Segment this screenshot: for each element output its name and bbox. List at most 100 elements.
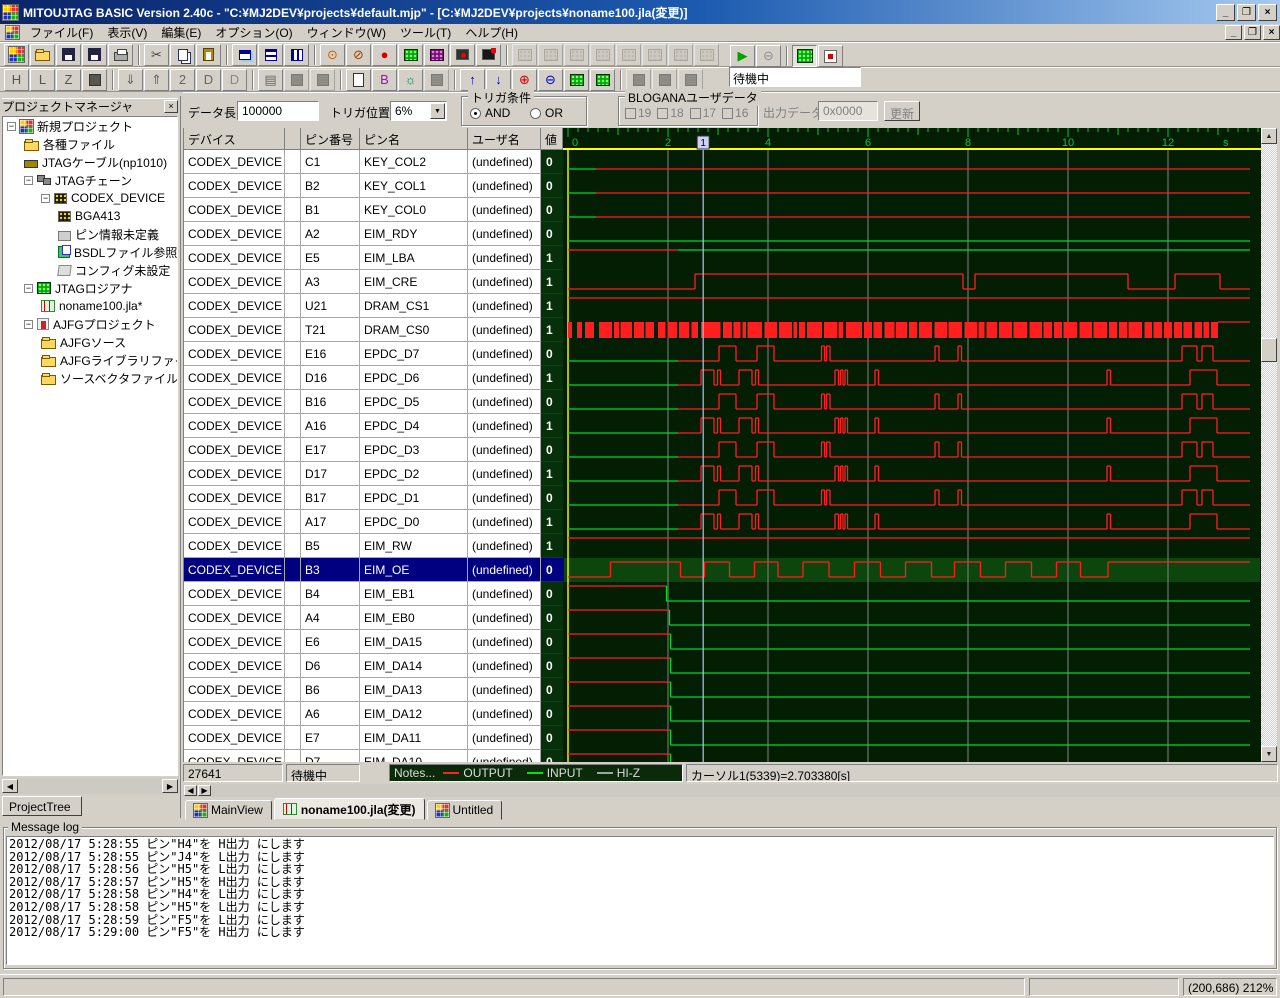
scroll-down-icon[interactable]: ▼ (1261, 746, 1277, 762)
notes-label[interactable]: Notes... (394, 766, 435, 780)
column-header[interactable] (285, 128, 301, 150)
update-button[interactable]: 更新 (884, 101, 920, 121)
expand-toggle-icon[interactable]: − (7, 121, 16, 131)
tree-item-misc-files[interactable]: 各種ファイル (3, 135, 177, 153)
column-header-値[interactable]: 値 (541, 128, 563, 150)
message-log-list[interactable]: 2012/08/17 5:28:55 ピン"H4"を H出力 にします 2012/… (6, 836, 1274, 965)
tab-noname100[interactable]: noname100.jla(変更) (273, 798, 425, 820)
tile-vertical-button[interactable] (284, 43, 309, 66)
trigger-setup-button[interactable]: ☼ (398, 68, 423, 91)
sidebar-horizontal-scrollbar[interactable]: ◀ ▶ (2, 778, 178, 794)
pin-row-KEY_COL1[interactable]: CODEX_DEVICE B2 KEY_COL1 (undefined) 0 (184, 174, 563, 198)
tile-horizontal-button[interactable] (258, 43, 283, 66)
run-button[interactable]: ▶ (730, 45, 755, 67)
pin-row-EIM_RDY[interactable]: CODEX_DEVICE A2 EIM_RDY (undefined) 0 (184, 222, 563, 246)
trigger-or-radio[interactable]: OR (530, 106, 563, 120)
set-output-high-button[interactable]: H (4, 68, 29, 91)
blogana-bit-16[interactable]: 16 (722, 106, 748, 120)
open-project-button[interactable] (30, 43, 55, 66)
pin-row-EIM_OE[interactable]: CODEX_DEVICE B3 EIM_OE (undefined) 0 (184, 558, 563, 582)
set-input-button[interactable] (82, 68, 107, 91)
pin-row-EIM_LBA[interactable]: CODEX_DEVICE E5 EIM_LBA (undefined) 1 (184, 246, 563, 270)
pin-row-EIM_DA10[interactable]: CODEX_DEVICE D7 EIM_DA10 (undefined) 0 (184, 750, 563, 762)
copy-button[interactable] (170, 43, 195, 66)
run-status-field[interactable]: 待機中 (729, 67, 861, 87)
tree-item-bga413[interactable]: BGA413 (3, 207, 177, 225)
scrollbar-thumb[interactable] (1261, 338, 1277, 362)
pin-row-KEY_COL2[interactable]: CODEX_DEVICE C1 KEY_COL2 (undefined) 0 (184, 150, 563, 174)
blogana-bit-17[interactable]: 17 (689, 106, 716, 120)
expand-toggle-icon[interactable]: − (24, 319, 33, 329)
column-header-ピン名[interactable]: ピン名 (360, 128, 468, 150)
column-header-ピン番号[interactable]: ピン番号 (301, 128, 360, 150)
minimize-button[interactable]: _ (1216, 3, 1235, 21)
expand-toggle-icon[interactable]: − (24, 175, 33, 185)
tree-item-source-vector-file[interactable]: ソースベクタファイル (3, 369, 177, 387)
pin-row-EPDC_D1[interactable]: CODEX_DEVICE B17 EPDC_D1 (undefined) 0 (184, 486, 563, 510)
write-pattern-2-button[interactable]: 2 (170, 68, 195, 91)
tree-item-pin-info-undefined[interactable]: ピン情報未定義 (3, 225, 177, 243)
pin-row-EIM_RW[interactable]: CODEX_DEVICE B5 EIM_RW (undefined) 1 (184, 534, 563, 558)
write-data-button[interactable]: D (196, 68, 221, 91)
pin-row-EIM_EB0[interactable]: CODEX_DEVICE A4 EIM_EB0 (undefined) 0 (184, 606, 563, 630)
scroll-right-icon[interactable]: ▶ (198, 785, 211, 796)
pin-row-DRAM_CS1[interactable]: CODEX_DEVICE U21 DRAM_CS1 (undefined) 1 (184, 294, 563, 318)
tree-item-new-project[interactable]: − 新規プロジェクト (3, 117, 177, 135)
blogana-bit-18[interactable]: 18 (657, 106, 684, 120)
expand-toggle-icon[interactable]: − (24, 283, 33, 293)
wave-settings-2-button[interactable] (590, 68, 615, 91)
trigger-position-dropdown-icon[interactable]: ▼ (430, 103, 445, 119)
data-length-input[interactable] (237, 101, 319, 121)
detect-cable-button[interactable]: ⊙ (320, 43, 345, 66)
pin-row-EIM_DA12[interactable]: CODEX_DEVICE A6 EIM_DA12 (undefined) 0 (184, 702, 563, 726)
tab-untitled[interactable]: Untitled (426, 800, 503, 820)
menu-item[interactable]: ヘルプ(H) (458, 23, 525, 42)
zoom-out-button[interactable]: ⊖ (538, 68, 563, 91)
column-header-デバイス[interactable]: デバイス (184, 128, 285, 150)
menu-item[interactable]: ウィンドウ(W) (300, 23, 393, 42)
paste-button[interactable] (196, 43, 221, 66)
release-cable-button[interactable]: ⊘ (346, 43, 371, 66)
pin-row-EPDC_D3[interactable]: CODEX_DEVICE E17 EPDC_D3 (undefined) 0 (184, 438, 563, 462)
logana-enable-button[interactable] (792, 45, 817, 67)
print-button[interactable] (108, 43, 133, 66)
wave-settings-button[interactable] (564, 68, 589, 91)
tree-item-codex-device[interactable]: − CODEX_DEVICE (3, 189, 177, 207)
waveform-canvas[interactable]: 0 2 4 6 8 10 12 s 1 (563, 128, 1261, 762)
expand-toggle-icon[interactable]: − (41, 193, 50, 203)
menu-item[interactable]: 表示(V) (100, 23, 154, 42)
tree-item-bsdl-file-ref[interactable]: BSDLファイル参照 (3, 243, 177, 261)
write-data-2-button[interactable]: D (222, 68, 247, 91)
tree-item-ajfg-library[interactable]: AJFGライブラリファイル (3, 351, 177, 369)
tree-item-config-not-set[interactable]: コンフィグ未設定 (3, 261, 177, 279)
pin-add-button[interactable] (450, 43, 475, 66)
bram-view-button[interactable]: B (372, 68, 397, 91)
output-data-input[interactable] (818, 101, 878, 121)
tree-item-ajfg-project[interactable]: − AJFGプロジェクト (3, 315, 177, 333)
write-low-button[interactable]: ⇓ (118, 68, 143, 91)
project-tree-tab[interactable]: ProjectTree (2, 796, 82, 816)
pin-row-EPDC_D6[interactable]: CODEX_DEVICE D16 EPDC_D6 (undefined) 1 (184, 366, 563, 390)
tree-item-ajfg-source[interactable]: AJFGソース (3, 333, 177, 351)
scroll-left-icon[interactable]: ◀ (184, 785, 197, 796)
set-output-low-button[interactable]: L (30, 68, 55, 91)
waveform-vertical-scrollbar[interactable]: ▲ ▼ (1261, 128, 1277, 762)
write-high-button[interactable]: ⇑ (144, 68, 169, 91)
restore-button[interactable]: ❐ (1237, 3, 1256, 21)
pin-row-EIM_DA15[interactable]: CODEX_DEVICE E6 EIM_DA15 (undefined) 0 (184, 630, 563, 654)
tree-item-jtag-logana[interactable]: − JTAGロジアナ (3, 279, 177, 297)
scroll-right-icon[interactable]: ▶ (162, 779, 178, 793)
menu-item[interactable]: 編集(E) (154, 23, 208, 42)
scroll-up-icon[interactable]: ▲ (1261, 128, 1277, 144)
tree-item-jtag-chain[interactable]: − JTAGチェーン (3, 171, 177, 189)
pin-row-KEY_COL0[interactable]: CODEX_DEVICE B1 KEY_COL0 (undefined) 0 (184, 198, 563, 222)
pin-row-DRAM_CS0[interactable]: CODEX_DEVICE T21 DRAM_CS0 (undefined) 1 (184, 318, 563, 342)
cascade-windows-button[interactable] (232, 43, 257, 66)
pin-row-EIM_EB1[interactable]: CODEX_DEVICE B4 EIM_EB1 (undefined) 0 (184, 582, 563, 606)
tree-item-noname100-jla[interactable]: noname100.jla* (3, 297, 177, 315)
bsdl-scan-button[interactable] (424, 43, 449, 66)
new-capture-button[interactable] (346, 68, 371, 91)
logana-stop-button[interactable] (818, 45, 843, 67)
pin-row-EIM_DA11[interactable]: CODEX_DEVICE E7 EIM_DA11 (undefined) 0 (184, 726, 563, 750)
set-output-hiz-button[interactable]: Z (56, 68, 81, 91)
